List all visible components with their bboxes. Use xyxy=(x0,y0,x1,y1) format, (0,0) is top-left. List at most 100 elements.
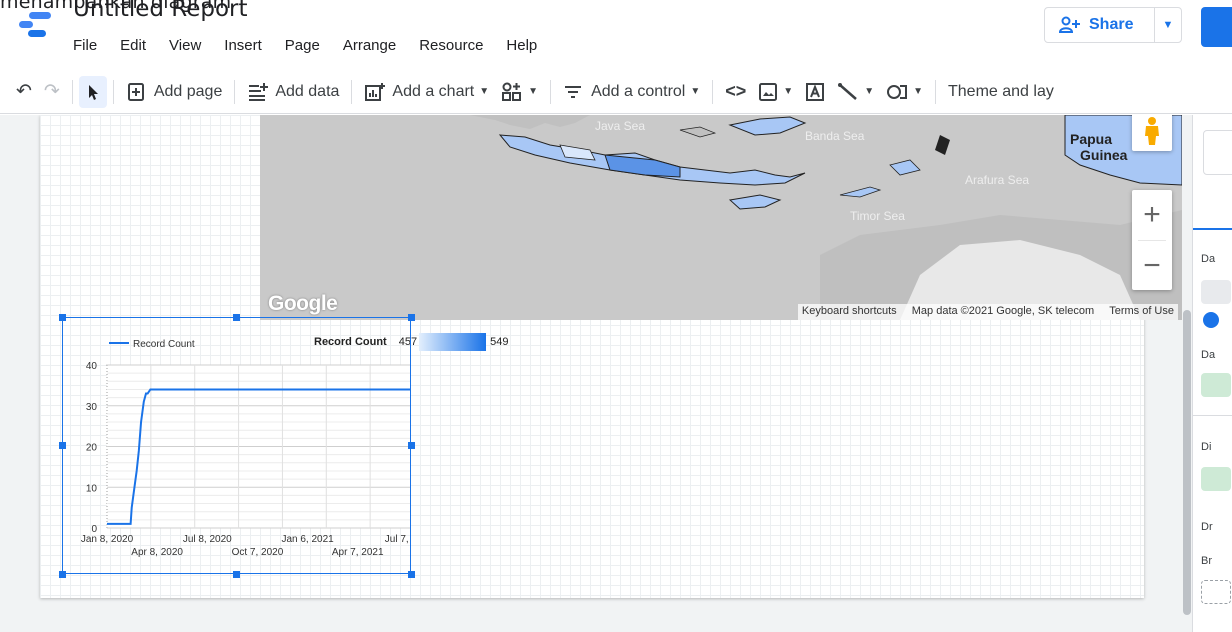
menu-bar: File Edit View Insert Page Arrange Resou… xyxy=(73,37,560,54)
resize-handle-top[interactable] xyxy=(233,314,240,321)
menu-insert[interactable]: Insert xyxy=(224,37,262,54)
share-label: Share xyxy=(1089,16,1134,33)
map-data-attribution: Map data ©2021 Google, SK telecom xyxy=(911,305,1095,317)
y-tick-label: 30 xyxy=(86,402,98,413)
chevron-down-icon: ▼ xyxy=(528,86,539,97)
text-icon xyxy=(806,82,825,101)
chevron-down-icon: ▼ xyxy=(479,86,490,97)
panel-label-date-range: Da xyxy=(1201,349,1216,361)
add-data-button[interactable]: Add data xyxy=(241,76,345,108)
y-tick-label: 40 xyxy=(86,361,98,372)
legend-label: Record Count xyxy=(133,339,195,350)
add-chart-label: Add a chart xyxy=(392,82,475,100)
embed-url-button[interactable]: <> xyxy=(719,76,752,108)
resize-handle-left[interactable] xyxy=(59,442,66,449)
panel-chart-type-selector[interactable] xyxy=(1203,130,1232,175)
resize-handle-bottom[interactable] xyxy=(233,571,240,578)
panel-blue-dot-icon xyxy=(1203,312,1219,328)
x-tick-label: Jul 7, 20... xyxy=(385,534,410,545)
redo-button[interactable]: ↷ xyxy=(38,76,66,108)
x-tick-label: Jan 6, 2021 xyxy=(281,534,334,545)
resize-handle-top-right[interactable] xyxy=(408,314,415,321)
panel-dimension-chip[interactable] xyxy=(1201,467,1231,491)
map-label-guinea: Guinea xyxy=(1080,147,1128,163)
zoom-in-button[interactable]: + xyxy=(1132,190,1172,240)
image-button[interactable]: ▼ xyxy=(752,76,799,108)
canvas-scrollbar-thumb[interactable] xyxy=(1183,310,1191,615)
community-viz-button[interactable]: ▼ xyxy=(495,76,544,108)
map-label-papua: Papua xyxy=(1070,131,1113,147)
resize-handle-bottom-left[interactable] xyxy=(59,571,66,578)
x-tick-label: Jul 8, 2020 xyxy=(183,534,232,545)
x-tick-label: Oct 7, 2020 xyxy=(232,547,284,558)
chevron-down-icon: ▼ xyxy=(864,86,875,97)
panel-label-breakdown: Br xyxy=(1201,555,1212,567)
redo-icon: ↷ xyxy=(43,81,60,102)
y-tick-label: 20 xyxy=(86,443,98,454)
add-page-button[interactable]: Add page xyxy=(120,76,229,108)
menu-arrange[interactable]: Arrange xyxy=(343,37,396,54)
map-label-java-sea: Java Sea xyxy=(595,119,646,133)
panel-add-breakdown-icon[interactable] xyxy=(1201,580,1231,604)
panel-date-dimension-chip[interactable] xyxy=(1201,373,1231,397)
add-chart-icon xyxy=(365,82,386,101)
add-control-button[interactable]: Add a control ▼ xyxy=(557,76,706,108)
x-tick-label: Apr 8, 2020 xyxy=(131,547,183,558)
line-button[interactable]: ▼ xyxy=(831,76,880,108)
shape-button[interactable]: ▼ xyxy=(880,76,929,108)
panel-tab-indicator xyxy=(1193,228,1232,230)
code-icon: <> xyxy=(725,81,747,101)
menu-resource[interactable]: Resource xyxy=(419,37,483,54)
y-tick-label: 10 xyxy=(86,483,98,494)
view-button[interactable] xyxy=(1201,7,1232,47)
resize-handle-bottom-right[interactable] xyxy=(408,571,415,578)
map-zoom-controls: + − xyxy=(1132,190,1172,290)
theme-layout-button[interactable]: Theme and lay xyxy=(942,76,1060,108)
street-view-pegman-icon[interactable] xyxy=(1132,115,1172,151)
image-icon xyxy=(759,82,778,101)
chevron-down-icon: ▼ xyxy=(690,86,701,97)
x-tick-label: Apr 7, 2021 xyxy=(332,547,384,558)
add-data-label: Add data xyxy=(275,82,340,100)
keyboard-shortcuts-link[interactable]: Keyboard shortcuts xyxy=(802,305,897,317)
x-tick-label: Jan 8, 2020 xyxy=(81,534,134,545)
add-page-icon xyxy=(127,82,144,101)
time-series-svg: 010203040Jan 8, 2020 Jul 8, 2020 Jan 6, 20… xyxy=(81,339,410,558)
shape-icon xyxy=(887,84,908,99)
map-label-banda-sea: Banda Sea xyxy=(805,129,865,143)
legend-gradient-bar xyxy=(419,333,487,351)
overlay-caption: menambahkan diagram xyxy=(0,0,232,13)
map-label-timor-sea: Timor Sea xyxy=(850,209,905,223)
menu-page[interactable]: Page xyxy=(285,37,320,54)
panel-label-data-source: Da xyxy=(1201,253,1216,265)
add-chart-button[interactable]: Add a chart ▼ xyxy=(358,76,495,108)
resize-handle-top-left[interactable] xyxy=(59,314,66,321)
add-page-label: Add page xyxy=(153,82,223,100)
resize-handle-right[interactable] xyxy=(408,442,415,449)
menu-help[interactable]: Help xyxy=(506,37,537,54)
filter-icon xyxy=(565,85,582,98)
select-tool-button[interactable] xyxy=(78,75,107,108)
toolbar: ↶ ↷ Add page Add data Add a chart ▼ ▼ Ad… xyxy=(0,70,1232,114)
panel-data-source-chip[interactable] xyxy=(1201,280,1231,304)
properties-panel: Da Da Di Dr Br xyxy=(1192,115,1232,632)
legend-max-value: 549 xyxy=(490,336,509,348)
map-label-arafura-sea: Arafura Sea xyxy=(965,173,1030,187)
add-person-icon xyxy=(1059,16,1080,33)
cursor-icon xyxy=(88,84,98,100)
terms-of-use-link[interactable]: Terms of Use xyxy=(1109,305,1174,317)
add-control-label: Add a control xyxy=(591,82,686,100)
text-button[interactable] xyxy=(799,76,831,108)
chevron-down-icon: ▼ xyxy=(783,86,794,97)
menu-file[interactable]: File xyxy=(73,37,97,54)
undo-button[interactable]: ↶ xyxy=(10,76,38,108)
share-button[interactable]: Share ▼ xyxy=(1044,7,1182,43)
undo-icon: ↶ xyxy=(16,81,32,102)
share-dropdown-icon[interactable]: ▼ xyxy=(1155,19,1181,31)
menu-edit[interactable]: Edit xyxy=(120,37,146,54)
zoom-out-button[interactable]: − xyxy=(1132,241,1172,291)
menu-view[interactable]: View xyxy=(169,37,201,54)
panel-label-drill-down: Dr xyxy=(1201,521,1213,533)
time-series-chart[interactable]: 0 10 20 30 40 Jan 8, 2020 Jul 8, 2020 Jan 6, 20… xyxy=(62,317,411,574)
geo-map-chart[interactable]: Java Sea Banda Sea Papua Guinea Arafura … xyxy=(260,115,1182,320)
